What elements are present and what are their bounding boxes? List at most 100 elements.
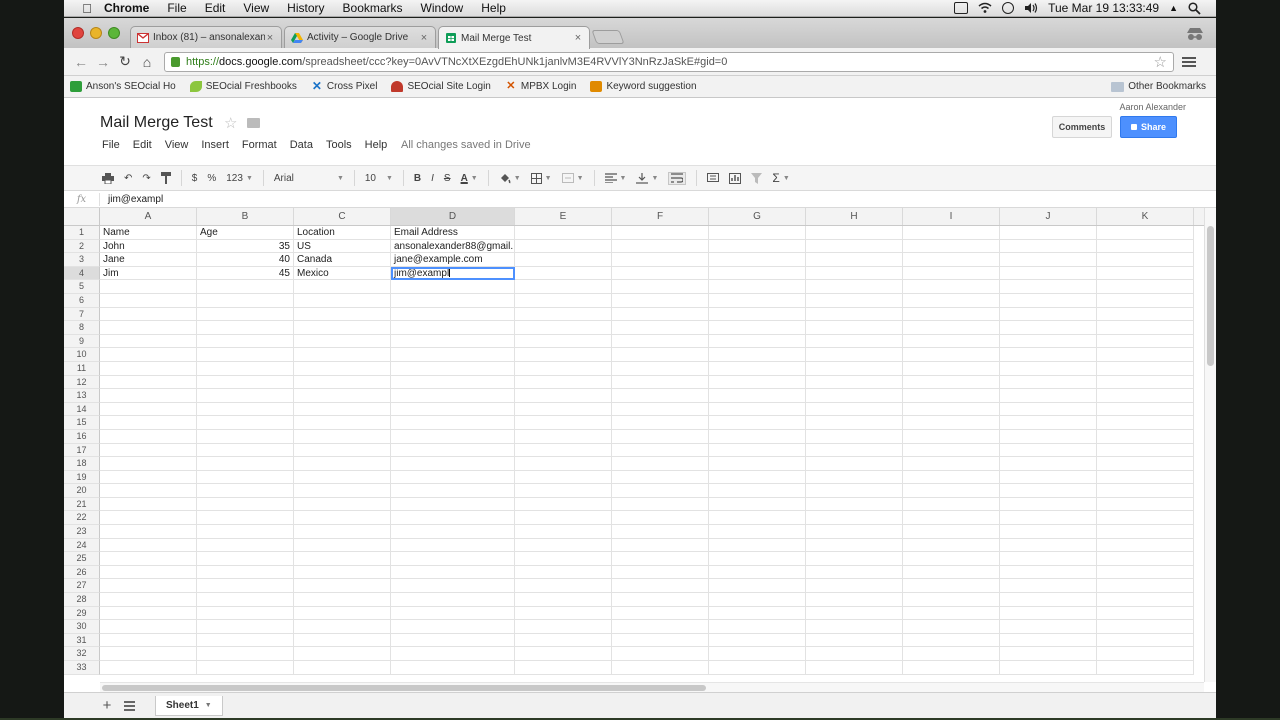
cell[interactable]: US — [294, 239, 391, 254]
row-header[interactable]: 19 — [64, 470, 100, 485]
cell[interactable] — [515, 253, 612, 267]
cell[interactable] — [806, 538, 903, 553]
wrap-text-icon[interactable] — [668, 171, 687, 185]
cell[interactable] — [391, 375, 515, 390]
cell[interactable] — [515, 484, 612, 498]
cell[interactable] — [612, 321, 709, 335]
row-header[interactable]: 9 — [64, 334, 100, 349]
cell[interactable] — [903, 348, 1000, 362]
column-header[interactable]: A — [100, 208, 197, 225]
cell[interactable] — [612, 361, 709, 376]
bookmark-keyword-suggestion[interactable]: Keyword suggestion — [590, 81, 697, 92]
cell[interactable] — [1097, 334, 1194, 349]
cell[interactable]: Age — [197, 226, 294, 240]
cell[interactable] — [515, 633, 612, 648]
cell[interactable] — [806, 280, 903, 294]
cell[interactable] — [612, 307, 709, 322]
cell[interactable] — [100, 497, 197, 512]
cell[interactable] — [391, 443, 515, 458]
cell[interactable] — [391, 389, 515, 403]
other-bookmarks[interactable]: Other Bookmarks — [1111, 81, 1206, 92]
cell[interactable] — [100, 593, 197, 607]
menu-file[interactable]: File — [167, 1, 186, 15]
row-header[interactable]: 21 — [64, 497, 100, 512]
cell[interactable] — [612, 293, 709, 308]
cell[interactable] — [709, 647, 806, 661]
cell[interactable] — [391, 525, 515, 539]
cell[interactable] — [1097, 633, 1194, 648]
cell[interactable]: ansonalexander88@gmail. — [391, 239, 515, 254]
cell[interactable] — [709, 579, 806, 594]
cell[interactable] — [1097, 511, 1194, 526]
cell[interactable] — [515, 429, 612, 444]
merge-cells-icon[interactable]: ▼ — [561, 173, 584, 183]
row-header[interactable]: 5 — [64, 280, 100, 294]
currency-format-button[interactable]: $ — [192, 173, 198, 184]
cell[interactable] — [806, 307, 903, 322]
cell[interactable] — [515, 293, 612, 308]
cell[interactable] — [197, 334, 294, 349]
formula-input[interactable]: jim@exampl — [100, 194, 163, 205]
cell[interactable] — [515, 307, 612, 322]
cell[interactable] — [100, 402, 197, 417]
cell[interactable] — [391, 416, 515, 430]
cell[interactable] — [806, 253, 903, 267]
cell[interactable] — [806, 470, 903, 485]
tab-inbox[interactable]: Inbox (81) – ansonalexan × — [130, 26, 282, 48]
cell[interactable] — [709, 511, 806, 526]
column-header[interactable]: F — [612, 208, 709, 225]
cell[interactable] — [1097, 565, 1194, 580]
cell[interactable] — [709, 484, 806, 498]
cell[interactable] — [294, 389, 391, 403]
cell[interactable] — [515, 511, 612, 526]
cell[interactable] — [515, 620, 612, 634]
cell[interactable] — [612, 525, 709, 539]
bookmark-freshbooks[interactable]: SEOcial Freshbooks — [189, 81, 297, 92]
cell[interactable] — [709, 443, 806, 458]
cell[interactable] — [100, 443, 197, 458]
cell[interactable] — [806, 361, 903, 376]
column-header[interactable]: G — [709, 208, 806, 225]
cell[interactable] — [1097, 647, 1194, 661]
cell[interactable] — [1097, 470, 1194, 485]
cell[interactable] — [612, 348, 709, 362]
cell[interactable] — [197, 307, 294, 322]
cell[interactable] — [294, 402, 391, 417]
cell[interactable] — [515, 416, 612, 430]
cell[interactable] — [100, 484, 197, 498]
row-header[interactable]: 1 — [64, 226, 100, 240]
cell[interactable] — [709, 402, 806, 417]
cell[interactable] — [612, 484, 709, 498]
cell[interactable] — [1097, 402, 1194, 417]
cell[interactable] — [1097, 606, 1194, 621]
vertical-align-icon[interactable]: ▼ — [636, 172, 658, 184]
cell[interactable] — [100, 361, 197, 376]
cell[interactable] — [197, 321, 294, 335]
row-header[interactable]: 26 — [64, 565, 100, 580]
cell[interactable] — [806, 266, 903, 281]
cell[interactable] — [709, 334, 806, 349]
row-header[interactable]: 25 — [64, 552, 100, 566]
cell[interactable] — [903, 661, 1000, 675]
cell[interactable] — [806, 525, 903, 539]
cell[interactable] — [197, 470, 294, 485]
select-all-corner[interactable] — [64, 208, 100, 225]
cell[interactable] — [1097, 293, 1194, 308]
wifi-icon[interactable] — [978, 2, 992, 14]
cell[interactable] — [294, 293, 391, 308]
cell[interactable] — [1000, 552, 1097, 566]
cell[interactable] — [197, 293, 294, 308]
cell[interactable] — [391, 633, 515, 648]
cell[interactable] — [294, 348, 391, 362]
cell[interactable] — [515, 239, 612, 254]
cell[interactable] — [903, 620, 1000, 634]
tab-activity[interactable]: Activity – Google Drive × — [284, 26, 436, 48]
cell[interactable] — [391, 497, 515, 512]
cell[interactable] — [1000, 538, 1097, 553]
cell[interactable] — [197, 280, 294, 294]
cell[interactable] — [903, 552, 1000, 566]
cell[interactable] — [294, 525, 391, 539]
filter-icon[interactable] — [751, 172, 763, 184]
cell[interactable] — [391, 361, 515, 376]
cell[interactable] — [391, 470, 515, 485]
